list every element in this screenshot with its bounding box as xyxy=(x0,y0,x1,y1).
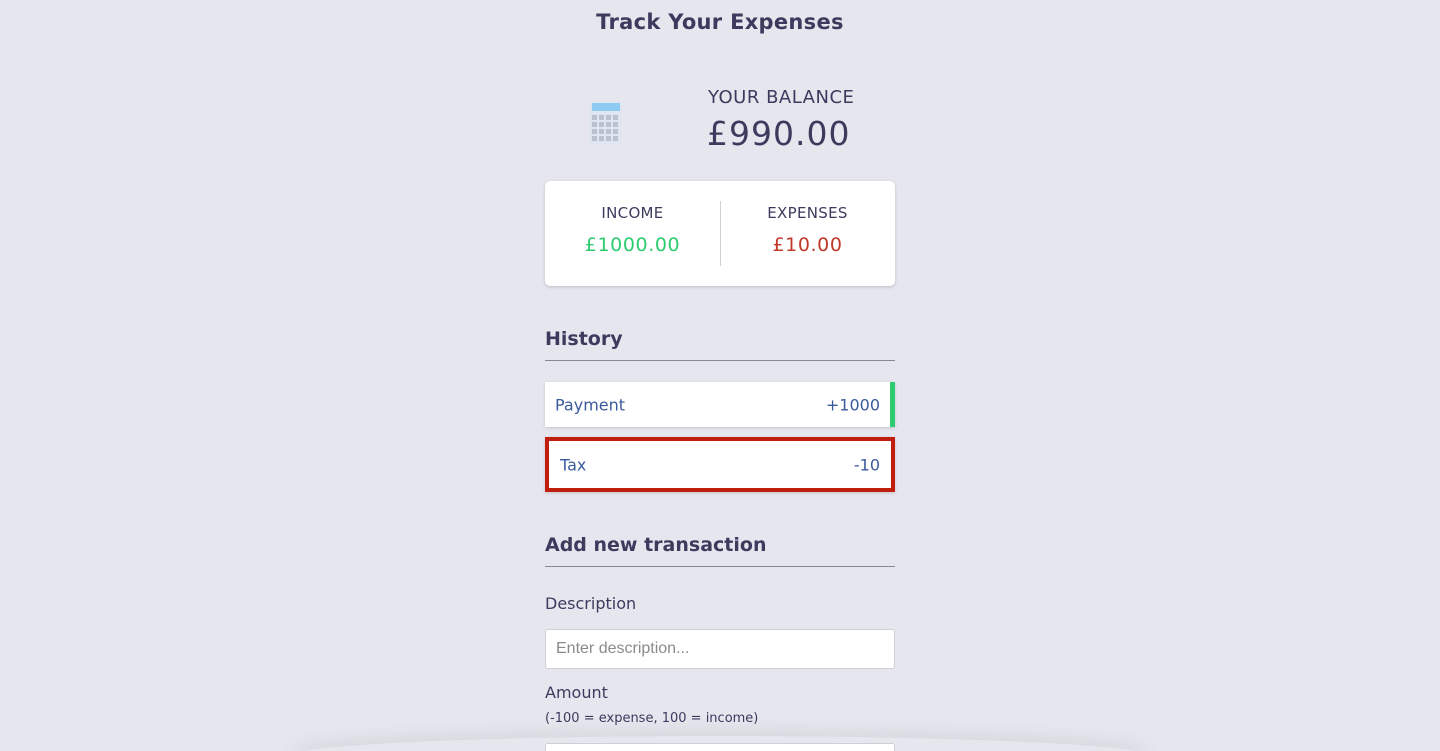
income-expense-summary: INCOME £1000.00 EXPENSES £10.00 xyxy=(545,181,895,286)
transaction-description: Payment xyxy=(555,395,626,414)
history-item-payment[interactable]: Payment +1000 xyxy=(545,382,895,427)
balance-amount: £990.00 xyxy=(707,114,851,153)
balance-label: YOUR BALANCE xyxy=(708,87,855,108)
transaction-amount: +1000 xyxy=(825,395,880,414)
calculator-icon xyxy=(590,101,622,145)
expenses-label: EXPENSES xyxy=(767,204,848,222)
income-value: £1000.00 xyxy=(584,234,681,256)
amount-hint: (-100 = expense, 100 = income) xyxy=(545,711,759,726)
transaction-amount: -10 xyxy=(853,455,880,474)
expense-tracker-app: Track Your Expenses YOUR BALANCE £990.00… xyxy=(0,0,1440,751)
transaction-description: Tax xyxy=(560,455,587,474)
expenses-value: £10.00 xyxy=(772,234,843,256)
income-label: INCOME xyxy=(601,204,664,222)
page-title: Track Your Expenses xyxy=(596,10,844,34)
history-heading: History xyxy=(545,328,895,361)
description-label: Description xyxy=(545,594,637,613)
amount-input[interactable] xyxy=(545,743,895,751)
history-item-tax[interactable]: Tax -10 xyxy=(545,437,895,492)
description-input[interactable] xyxy=(545,629,895,669)
add-transaction-heading: Add new transaction xyxy=(545,534,895,567)
amount-label: Amount xyxy=(545,683,608,702)
expenses-summary: EXPENSES £10.00 xyxy=(720,181,895,286)
income-summary: INCOME £1000.00 xyxy=(545,181,720,286)
